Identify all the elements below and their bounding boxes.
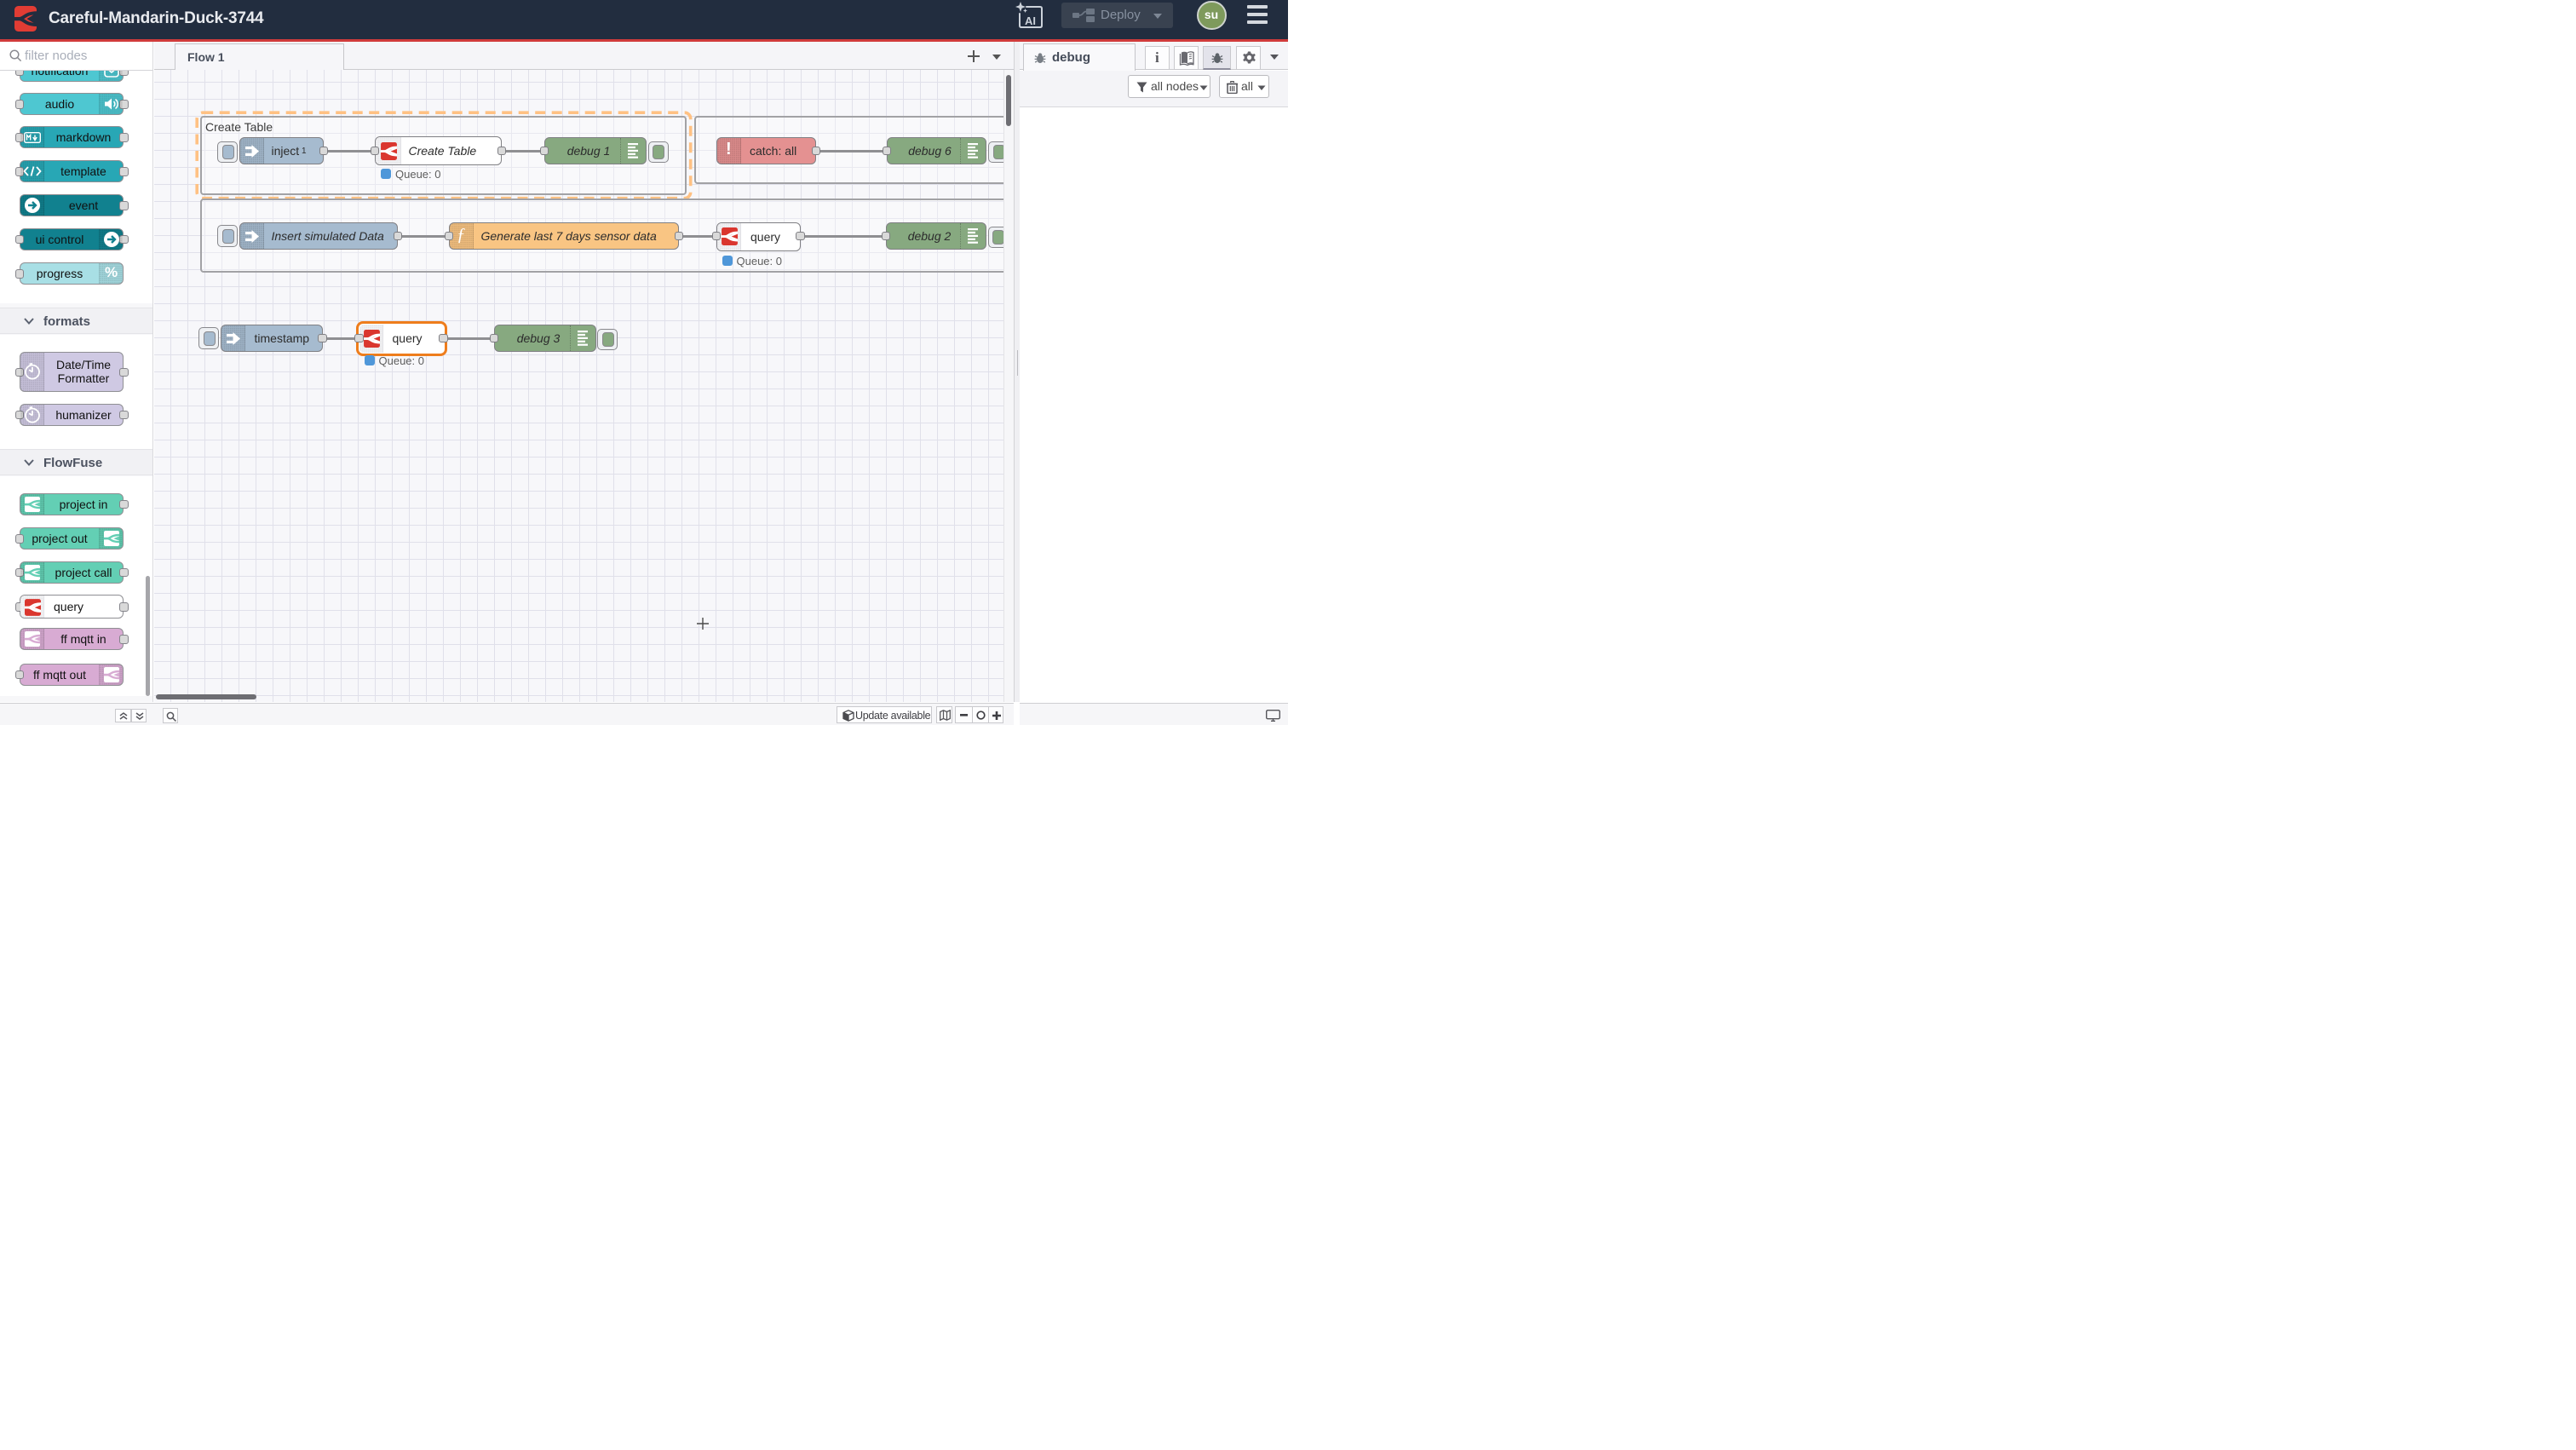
svg-text:AI: AI xyxy=(1025,14,1036,27)
